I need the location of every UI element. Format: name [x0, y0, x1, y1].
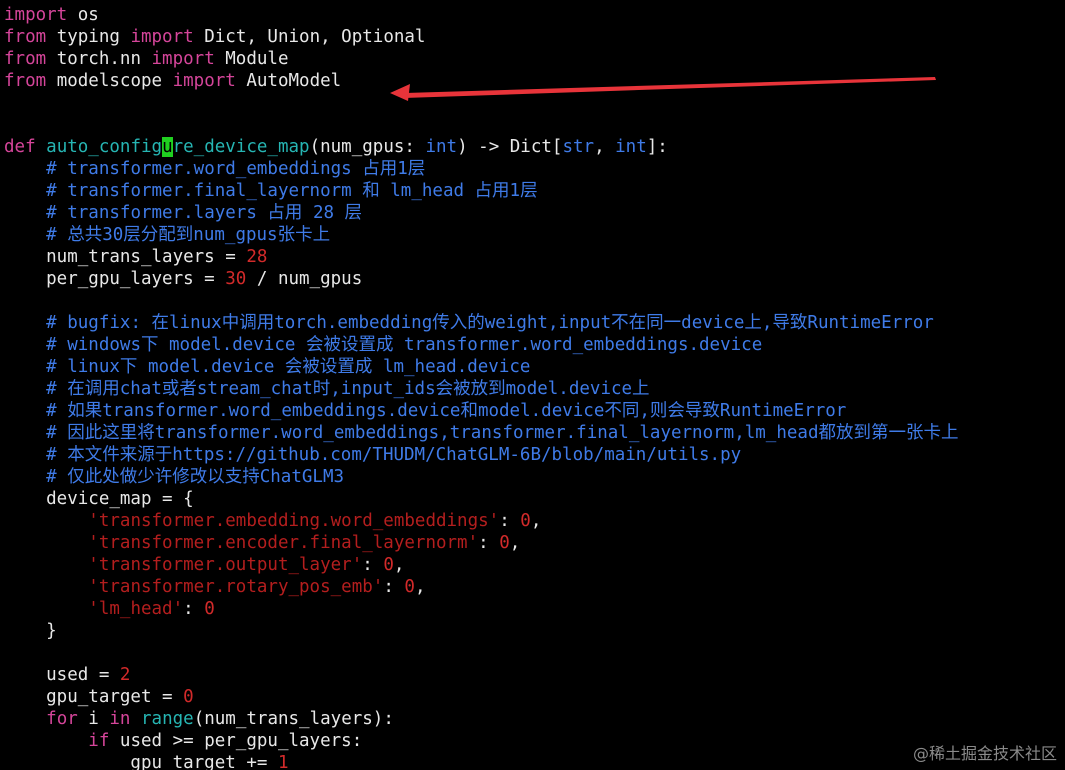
arrow-shaft: [404, 77, 936, 98]
code-editor[interactable]: import os from typing import Dict, Union,…: [0, 0, 1065, 770]
watermark: @稀土掘金技术社区: [912, 744, 1057, 763]
arrow-head: [390, 84, 410, 101]
annotation-arrow: [390, 77, 936, 101]
